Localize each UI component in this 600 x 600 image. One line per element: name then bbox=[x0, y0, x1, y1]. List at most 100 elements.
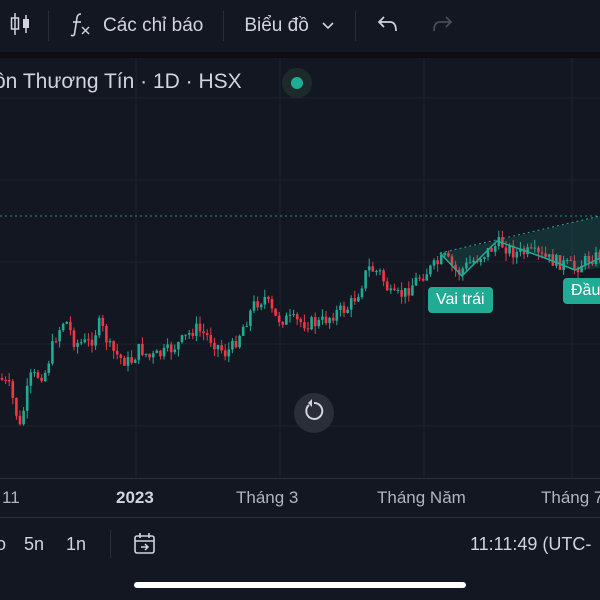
clock-timezone[interactable]: 11:11:49 (UTC- bbox=[470, 534, 591, 555]
chart-style-button[interactable] bbox=[0, 0, 40, 52]
candle-body bbox=[328, 317, 331, 324]
go-to-date-icon[interactable] bbox=[132, 531, 158, 562]
candle-body bbox=[403, 288, 407, 297]
symbol-title: ồn Thương Tín · 1D · HSX bbox=[0, 70, 242, 93]
candle-body bbox=[184, 334, 187, 336]
candle-body bbox=[310, 317, 313, 330]
candle-body bbox=[22, 410, 25, 425]
undo-button[interactable] bbox=[376, 0, 400, 52]
left-shoulder-label[interactable]: Vai trái bbox=[428, 287, 493, 313]
candle-body bbox=[277, 315, 281, 322]
candle-body bbox=[346, 309, 349, 313]
candle-body bbox=[205, 333, 209, 335]
candle-body bbox=[202, 331, 205, 334]
candle-body bbox=[36, 372, 40, 378]
candle-body bbox=[371, 266, 375, 272]
candle-body bbox=[335, 310, 339, 321]
candle-body bbox=[339, 305, 342, 311]
candle-body bbox=[97, 317, 101, 336]
candle-body bbox=[169, 344, 173, 353]
head-label[interactable]: Đầu bbox=[563, 278, 600, 304]
function-icon bbox=[69, 11, 91, 42]
candle-body bbox=[241, 326, 245, 336]
candle-body bbox=[47, 363, 51, 373]
candle-body bbox=[76, 342, 79, 347]
candle-body bbox=[321, 316, 324, 320]
indicators-button[interactable]: Các chỉ báo bbox=[69, 0, 203, 52]
candle-body bbox=[306, 328, 310, 330]
candle-body bbox=[216, 345, 220, 350]
candlestick-icon bbox=[9, 11, 31, 42]
candle-body bbox=[281, 321, 285, 325]
candle-body bbox=[234, 340, 238, 348]
candle-body bbox=[267, 296, 270, 299]
candle-body bbox=[166, 344, 169, 348]
chevron-down-icon bbox=[321, 17, 335, 35]
candle-body bbox=[249, 310, 252, 326]
candle-body bbox=[411, 285, 414, 296]
candle-body bbox=[479, 258, 483, 263]
candle-body bbox=[108, 341, 112, 343]
time-axis-label: Tháng 3 bbox=[236, 488, 299, 507]
candle-body bbox=[195, 323, 198, 336]
candle-body bbox=[69, 321, 72, 331]
candle-body bbox=[7, 380, 11, 382]
time-axis[interactable]: 11 2023 Tháng 3 Tháng Năm Tháng 7 bbox=[0, 478, 600, 517]
range-button[interactable]: o bbox=[0, 534, 6, 555]
candle-body bbox=[198, 323, 202, 332]
candle-body bbox=[313, 317, 317, 327]
chart-type-dropdown[interactable]: Biểu đồ bbox=[244, 0, 334, 52]
market-status-indicator[interactable] bbox=[282, 68, 312, 98]
candle-body bbox=[425, 274, 429, 281]
bottom-bar: o 5n 1n 11:11:49 (UTC- bbox=[0, 517, 600, 572]
candle-body bbox=[209, 334, 213, 343]
candle-body bbox=[292, 314, 295, 316]
candle-body bbox=[295, 314, 299, 320]
chart-screen: Các chỉ báo Biểu đồ ồn Thương Tín · 1D ·… bbox=[0, 0, 600, 600]
candle-body bbox=[421, 278, 425, 281]
indicators-label: Các chỉ báo bbox=[103, 15, 204, 36]
candle-body bbox=[285, 315, 288, 325]
candle-body bbox=[105, 326, 108, 343]
candle-body bbox=[436, 260, 439, 265]
redo-icon bbox=[430, 13, 454, 40]
candle-body bbox=[87, 339, 90, 341]
candle-body bbox=[317, 319, 321, 327]
candle-body bbox=[51, 341, 54, 364]
toolbar-divider bbox=[354, 11, 356, 41]
candle-body bbox=[43, 372, 47, 381]
time-axis-label: Tháng Năm bbox=[377, 488, 466, 507]
candle-body bbox=[331, 317, 335, 321]
reset-chart-button[interactable] bbox=[294, 393, 334, 433]
candle-body bbox=[349, 298, 353, 310]
candle-body bbox=[123, 357, 126, 366]
candle-body bbox=[54, 341, 58, 343]
candle-body bbox=[144, 353, 148, 356]
candle-body bbox=[385, 281, 389, 291]
candle-body bbox=[493, 246, 497, 252]
range-button-5d[interactable]: 5n bbox=[24, 534, 44, 555]
candle-body bbox=[101, 317, 105, 327]
candle-body bbox=[159, 350, 162, 357]
candle-body bbox=[396, 289, 400, 291]
candle-body bbox=[256, 301, 259, 308]
range-button-1d[interactable]: 1n bbox=[66, 534, 86, 555]
candle-body bbox=[414, 277, 418, 286]
candle-body bbox=[151, 353, 155, 358]
candle-body bbox=[238, 335, 241, 348]
candle-body bbox=[303, 322, 306, 329]
candle-body bbox=[130, 357, 133, 363]
candle-body bbox=[231, 340, 234, 350]
candle-body bbox=[61, 323, 65, 331]
candle-body bbox=[378, 270, 382, 272]
candle-body bbox=[418, 277, 421, 279]
candle-body bbox=[191, 332, 195, 336]
time-axis-label: 11 bbox=[2, 488, 20, 507]
candle-body bbox=[504, 247, 508, 254]
redo-button[interactable] bbox=[430, 0, 454, 52]
candle-body bbox=[389, 288, 393, 291]
candle-body bbox=[220, 345, 223, 351]
candle-body bbox=[11, 381, 15, 398]
candle-body bbox=[65, 321, 69, 324]
candle-body bbox=[155, 350, 159, 354]
